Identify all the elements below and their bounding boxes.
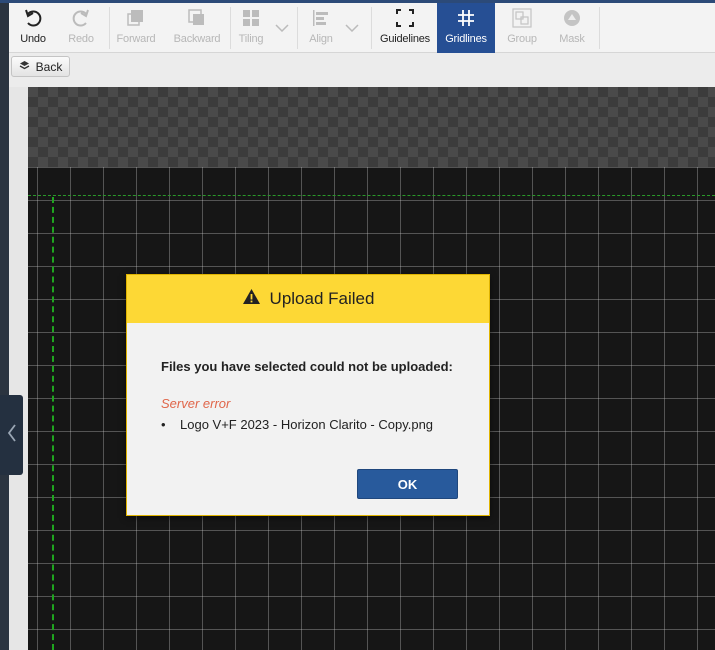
guidelines-icon <box>396 3 414 33</box>
toolbar-divider <box>297 7 298 49</box>
error-label: Server error <box>161 396 231 411</box>
tiling-icon <box>242 3 260 33</box>
group-icon <box>512 3 532 33</box>
guidelines-button[interactable]: Guidelines <box>373 3 437 53</box>
bring-forward-icon <box>127 3 145 33</box>
file-name: Logo V+F 2023 - Horizon Clarito - Copy.p… <box>180 417 434 432</box>
toolbar: Undo Redo Forward Backward Tiling Align … <box>9 3 715 53</box>
forward-label: Forward <box>116 33 156 45</box>
guidelines-label: Guidelines <box>380 33 430 45</box>
failed-files-list: • Logo V+F 2023 - Horizon Clarito - Copy… <box>161 417 433 432</box>
dialog-header: Upload Failed <box>127 275 489 323</box>
list-item: • Logo V+F 2023 - Horizon Clarito - Copy… <box>161 417 433 432</box>
redo-button[interactable]: Redo <box>57 3 105 53</box>
tiling-label: Tiling <box>238 33 264 45</box>
dialog-title: Upload Failed <box>269 289 375 308</box>
mask-button[interactable]: Mask <box>547 3 597 53</box>
mask-icon <box>562 3 582 33</box>
tiling-button[interactable]: Tiling <box>231 3 271 53</box>
toolbar-divider <box>371 7 372 49</box>
back-button[interactable]: Back <box>11 56 70 77</box>
group-label: Group <box>507 33 537 45</box>
dialog-message: Files you have selected could not be upl… <box>161 359 453 374</box>
redo-label: Redo <box>68 33 94 45</box>
ok-button[interactable]: OK <box>357 469 458 499</box>
undo-button[interactable]: Undo <box>9 3 57 53</box>
expand-panel-tab[interactable] <box>0 395 23 475</box>
gridlines-button[interactable]: Gridlines <box>437 3 495 53</box>
forward-button[interactable]: Forward <box>111 3 161 53</box>
chevron-down-icon[interactable] <box>273 19 291 37</box>
chevron-down-icon[interactable] <box>343 19 361 37</box>
back-label: Back <box>35 59 63 74</box>
grid-hash-icon <box>457 3 475 33</box>
align-label: Align <box>309 33 333 45</box>
undo-label: Undo <box>20 33 46 45</box>
toolbar-divider <box>109 7 110 49</box>
gridlines-label: Gridlines <box>445 33 487 45</box>
bullet: • <box>161 417 166 432</box>
mask-label: Mask <box>559 33 585 45</box>
align-icon <box>312 3 330 33</box>
left-panel-edge <box>0 3 9 650</box>
backward-button[interactable]: Backward <box>165 3 229 53</box>
horizontal-guideline[interactable] <box>28 195 715 196</box>
send-backward-icon <box>188 3 206 33</box>
layers-icon <box>19 60 30 74</box>
toolbar-divider <box>599 7 600 49</box>
align-button[interactable]: Align <box>301 3 341 53</box>
undo-icon <box>23 3 43 33</box>
transparent-area <box>28 87 715 167</box>
upload-failed-dialog: Upload Failed Files you have selected co… <box>126 274 490 516</box>
vertical-guideline[interactable] <box>52 197 54 650</box>
sub-toolbar: Back <box>9 53 715 87</box>
backward-label: Backward <box>173 33 221 45</box>
redo-icon <box>71 3 91 33</box>
chevron-left-icon <box>7 423 17 447</box>
warning-icon <box>242 288 261 310</box>
group-button[interactable]: Group <box>497 3 547 53</box>
